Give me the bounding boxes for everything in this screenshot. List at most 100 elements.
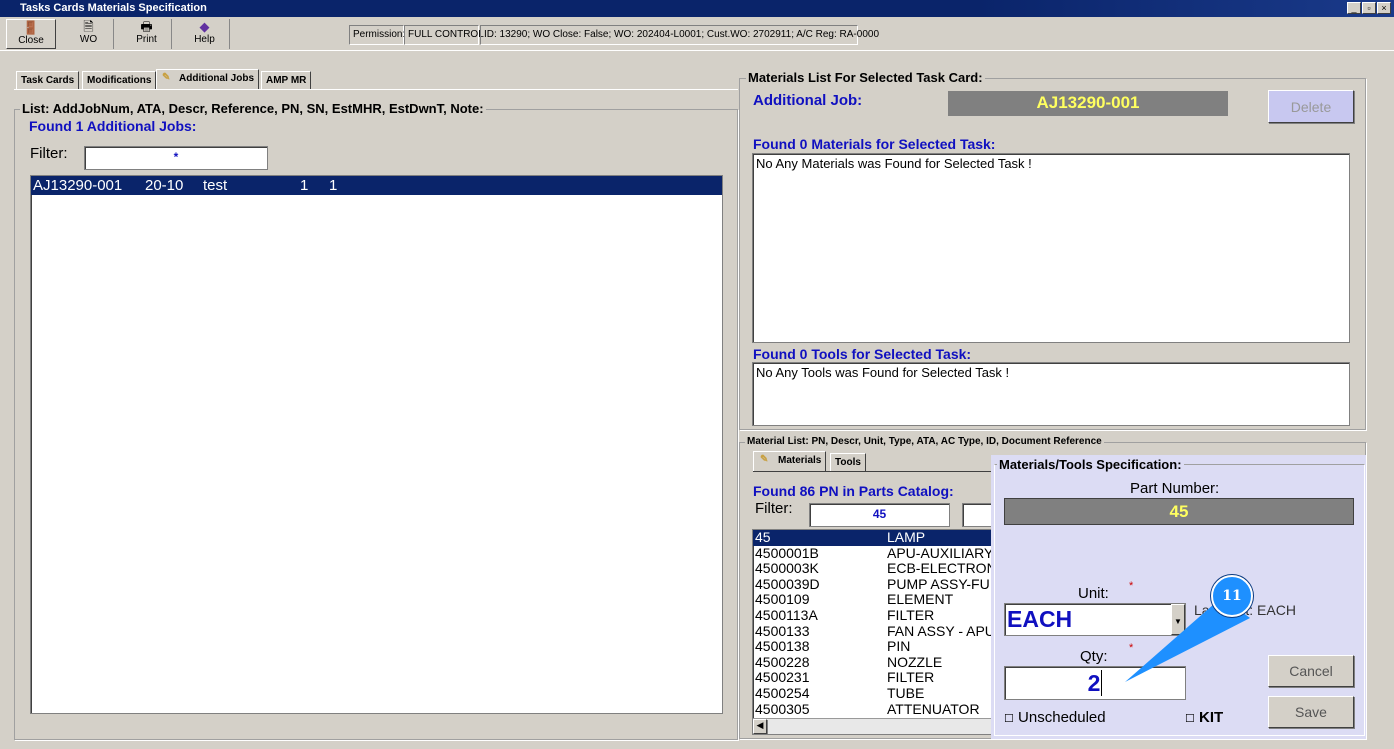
part-descr: LAMP <box>887 529 926 545</box>
part-number: 4500254 <box>755 684 810 701</box>
part-descr: TUBE <box>887 684 925 701</box>
materials-list[interactable]: No Any Materials was Found for Selected … <box>752 153 1350 343</box>
part-number: 4500133 <box>755 622 810 639</box>
part-number-value: 45 <box>1004 498 1354 525</box>
tab-materials[interactable]: ✎ Materials <box>753 451 827 471</box>
unit-value: EACH <box>1007 606 1073 632</box>
part-number-label: Part Number: <box>1130 480 1220 497</box>
part-number: 4500138 <box>755 638 810 655</box>
tools-empty-message: No Any Tools was Found for Selected Task… <box>756 365 1010 380</box>
list-item[interactable]: AJ13290-001 20-10 test 1 1 <box>31 176 722 195</box>
tab-modifications[interactable]: Modifications <box>82 71 157 89</box>
catalog-filter-label: Filter: <box>755 500 793 517</box>
close-button[interactable]: 🚪 Close <box>6 19 56 49</box>
tab-task-cards[interactable]: Task Cards <box>16 71 80 89</box>
help-book-icon: ◆ <box>199 19 210 34</box>
kit-label: KIT <box>1199 709 1224 726</box>
part-number: 4500305 <box>755 700 810 717</box>
part-descr: FILTER <box>887 669 935 686</box>
catalog-row[interactable]: 4500231 FILTER <box>753 670 996 686</box>
tab-additional-jobs[interactable]: ✎ Additional Jobs <box>156 69 259 90</box>
part-descr: FILTER <box>887 606 935 623</box>
tab-label: Materials <box>778 455 822 466</box>
part-descr: ATTENUATOR <box>887 700 980 717</box>
materials-found-label: Found 0 Materials for Selected Task: <box>753 136 996 152</box>
additional-job-value: AJ13290-001 <box>948 91 1228 116</box>
spec-title: Materials/Tools Specification: <box>997 457 1184 472</box>
part-number: 4500001B <box>755 544 819 561</box>
qty-value: 2 <box>1087 670 1101 696</box>
unscheduled-checkbox[interactable]: ☐ Unscheduled <box>1004 709 1106 726</box>
materials-group-title: Materials List For Selected Task Card: <box>746 70 985 85</box>
job-descr: test <box>203 177 228 194</box>
catalog-row[interactable]: 4500138 PIN <box>753 639 996 655</box>
job-dwnt: 1 <box>329 177 338 194</box>
permission-value: FULL CONTROL <box>404 25 484 45</box>
part-descr: ECB-ELECTRON <box>887 560 997 577</box>
printer-icon: 🖶 <box>140 19 153 34</box>
note-icon: ✎ <box>760 454 769 465</box>
filter-label: Filter: <box>30 145 68 162</box>
minimize-button[interactable]: _ <box>1347 2 1361 14</box>
tab-label: Additional Jobs <box>179 73 254 84</box>
job-number: AJ13290-001 <box>33 177 123 194</box>
part-number: 4500003K <box>755 560 819 577</box>
part-descr: NOZZLE <box>887 653 943 670</box>
close-window-button[interactable]: × <box>1377 2 1391 14</box>
catalog-row[interactable]: 4500113A FILTER <box>753 606 996 624</box>
catalog-row[interactable]: 4500254 TUBE <box>753 684 996 702</box>
part-number: 4500231 <box>755 669 810 686</box>
part-number: 4500113A <box>755 606 818 623</box>
part-descr: APU-AUXILIARY <box>887 544 994 561</box>
list-group-title: List: AddJobNum, ATA, Descr, Reference, … <box>20 101 486 116</box>
part-descr: PUMP ASSY-FU <box>887 575 990 592</box>
part-number: 4500109 <box>755 591 810 608</box>
tools-list[interactable]: No Any Tools was Found for Selected Task… <box>752 362 1350 426</box>
catalog-row[interactable]: 45 LAMP <box>753 530 996 546</box>
scroll-left-icon[interactable]: ◀ <box>753 719 767 734</box>
wo-label: WO <box>79 34 98 45</box>
checkbox-icon: ☐ <box>1185 713 1195 725</box>
catalog-row[interactable]: 4500109 ELEMENT <box>753 592 996 608</box>
catalog-row[interactable]: 4500001B APU-AUXILIARY <box>753 544 996 562</box>
catalog-group-title: Material List: PN, Descr, Unit, Type, AT… <box>745 436 1104 447</box>
save-button[interactable]: Save <box>1268 696 1354 728</box>
part-descr: ELEMENT <box>887 591 954 608</box>
help-label: Help <box>194 34 215 45</box>
job-filter-input[interactable]: * <box>84 146 268 170</box>
tab-amp-mr[interactable]: AMP MR <box>261 71 312 89</box>
kit-checkbox[interactable]: ☐ KIT <box>1185 709 1223 726</box>
permission-label: Permission: <box>349 25 405 45</box>
note-icon: ✎ <box>162 72 171 83</box>
close-label: Close <box>18 35 44 46</box>
door-exit-icon: 🚪 <box>22 20 40 35</box>
print-label: Print <box>136 34 157 45</box>
horizontal-scrollbar[interactable]: ◀ <box>753 718 996 734</box>
additional-job-label: Additional Job: <box>753 92 863 109</box>
catalog-list[interactable]: 45 LAMP 4500001B APU-AUXILIARY 4500003K ECB-E… <box>752 529 997 735</box>
maximize-button[interactable]: ▫ <box>1362 2 1376 14</box>
catalog-row[interactable]: 4500305 ATTENUATOR <box>753 700 996 718</box>
catalog-filter-input[interactable]: 45 <box>809 503 950 527</box>
tab-tools[interactable]: Tools <box>830 453 866 471</box>
tools-found-label: Found 0 Tools for Selected Task: <box>753 346 972 362</box>
catalog-found-label: Found 86 PN in Parts Catalog: <box>753 483 954 499</box>
catalog-row[interactable]: 4500039D PUMP ASSY-FU <box>753 575 996 593</box>
delete-button[interactable]: Delete <box>1268 90 1354 123</box>
jobs-list[interactable]: AJ13290-001 20-10 test 1 1 <box>30 175 723 714</box>
title-bar: Tasks Cards Materials Specification <box>0 0 1394 17</box>
help-button[interactable]: ◆ Help <box>180 19 230 49</box>
wo-button[interactable]: 🗎 WO <box>64 19 114 49</box>
found-jobs-label: Found 1 Additional Jobs: <box>29 118 197 134</box>
document-icon: 🗎 <box>83 19 94 34</box>
part-number: 45 <box>755 529 771 545</box>
catalog-row[interactable]: 4500228 NOZZLE <box>753 653 996 671</box>
job-mhr: 1 <box>300 177 309 194</box>
print-button[interactable]: 🖶 Print <box>122 19 172 49</box>
checkbox-icon: ☐ <box>1004 713 1014 725</box>
part-number: 4500039D <box>755 575 820 592</box>
cancel-button[interactable]: Cancel <box>1268 655 1354 687</box>
catalog-row[interactable]: 4500133 FAN ASSY - APU <box>753 622 996 640</box>
work-order-info: ID: 13290; WO Close: False; WO: 202404-L… <box>480 25 879 45</box>
catalog-row[interactable]: 4500003K ECB-ELECTRON <box>753 561 996 577</box>
